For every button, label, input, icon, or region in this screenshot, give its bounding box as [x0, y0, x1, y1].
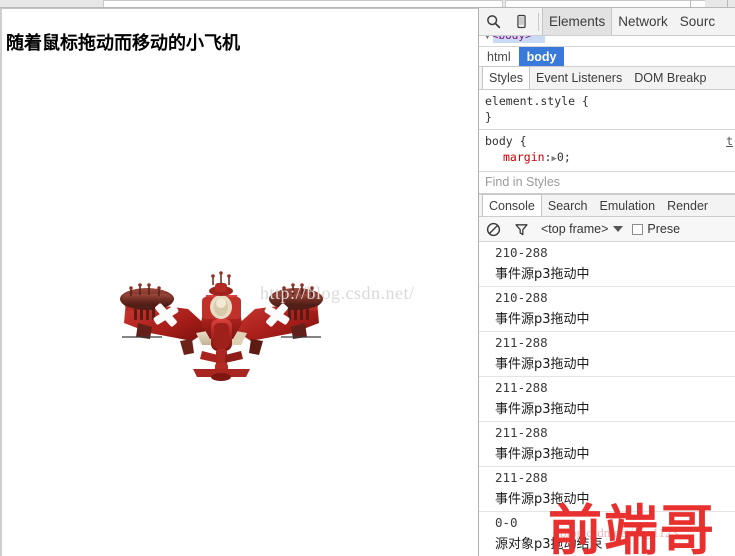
console-message: 211-288: [495, 425, 548, 440]
console-entry-group: 0-0 源对象p3拖动结束: [479, 512, 735, 556]
chevron-down-icon: ▼: [485, 36, 490, 41]
clear-console-icon[interactable]: [479, 216, 507, 243]
console-message: 事件源p3拖动中: [495, 402, 590, 417]
drawer-tabs: Console Search Emulation Render: [479, 194, 735, 217]
style-rule-element-style[interactable]: element.style { }: [479, 90, 735, 130]
find-in-styles-input[interactable]: Find in Styles: [479, 172, 735, 194]
tab-event-listeners[interactable]: Event Listeners: [530, 67, 628, 89]
console-entry-group: 210-288 事件源p3拖动中: [479, 242, 735, 287]
console-message: 210-288: [495, 290, 548, 305]
console-message: 事件源p3拖动中: [495, 267, 590, 282]
tab-sources[interactable]: Sourc: [674, 8, 721, 35]
execution-context-label: <top frame>: [541, 222, 609, 236]
console-entry-group: 210-288 事件源p3拖动中: [479, 287, 735, 332]
console-message: 210-288: [495, 245, 548, 260]
dom-node-label: <body>: [492, 36, 532, 42]
style-declaration[interactable]: margin:▶0;: [485, 149, 729, 167]
console-message: 事件源p3拖动中: [495, 447, 590, 462]
console-message: 源对象p3拖动结束: [495, 537, 603, 552]
breadcrumb: html body: [479, 46, 735, 67]
tab-emulation[interactable]: Emulation: [593, 195, 661, 216]
declaration-property: margin: [503, 150, 545, 164]
chevron-down-icon: [613, 226, 624, 232]
style-selector: element.style {: [485, 94, 589, 108]
declaration-semicolon: ;: [563, 150, 571, 164]
tab-console[interactable]: Console: [482, 194, 542, 216]
browser-tab-secondary[interactable]: [505, 0, 705, 7]
csdn-watermark: http://blog.csdn.net/: [260, 283, 415, 303]
page-title: 随着鼠标拖动而移动的小飞机: [6, 33, 240, 54]
breadcrumb-html[interactable]: html: [479, 47, 519, 66]
tab-search[interactable]: Search: [542, 195, 594, 216]
console-entry-group: 211-288 事件源p3拖动中: [479, 467, 735, 512]
screenshot-root: 随着鼠标拖动而移动的小飞机 http://blog.csdn.net/ Elem…: [0, 0, 735, 556]
console-message: 事件源p3拖动中: [495, 312, 590, 327]
console-entry-group: 211-288 事件源p3拖动中: [479, 332, 735, 377]
toolbar-divider: [538, 12, 539, 31]
console-entry-group: 211-288 事件源p3拖动中: [479, 422, 735, 467]
console-entry-group: 211-288 事件源p3拖动中: [479, 377, 735, 422]
console-message: 0-0: [495, 515, 518, 530]
browser-tab[interactable]: [103, 0, 503, 7]
console-message: 事件源p3拖动中: [495, 492, 590, 507]
dom-tree-node[interactable]: ▼<body>: [485, 36, 532, 42]
console-message: 211-288: [495, 380, 548, 395]
preserve-log-checkbox[interactable]: [632, 223, 644, 235]
style-selector: body {: [485, 134, 527, 148]
stylesheet-origin-link[interactable]: t: [726, 133, 733, 149]
breadcrumb-body[interactable]: body: [518, 47, 565, 66]
filter-icon[interactable]: [507, 216, 535, 243]
execution-context-selector[interactable]: <top frame>: [541, 222, 624, 236]
tabstrip-notch: [690, 0, 691, 7]
sidebar-tabs: Styles Event Listeners DOM Breakp: [479, 66, 735, 90]
devtools-toolbar: Elements Network Sourc: [479, 8, 735, 36]
tabstrip-notch: [727, 0, 728, 7]
declaration-value: 0: [556, 150, 564, 164]
console-message-list[interactable]: 210-288 事件源p3拖动中 210-288 事件源p3拖动中 211-28…: [479, 242, 735, 556]
browser-tabstrip: [0, 0, 735, 8]
console-message: 事件源p3拖动中: [495, 357, 590, 372]
tab-elements[interactable]: Elements: [542, 8, 613, 35]
device-toolbar-icon[interactable]: [507, 8, 535, 35]
dom-tree-sliver: ▼<body>: [479, 36, 735, 46]
console-message: 211-288: [495, 335, 548, 350]
style-rule-body[interactable]: t body { margin:▶0;: [479, 130, 735, 172]
devtools-panel: Elements Network Sourc ▼<body> html body…: [478, 8, 735, 556]
tab-dom-breakpoints[interactable]: DOM Breakp: [628, 67, 712, 89]
console-message: 211-288: [495, 470, 548, 485]
search-icon[interactable]: [479, 8, 507, 35]
style-close-brace: }: [485, 110, 492, 124]
console-toolbar: <top frame> Prese: [479, 217, 735, 242]
page-viewport: 随着鼠标拖动而移动的小飞机 http://blog.csdn.net/: [0, 8, 478, 556]
tab-network[interactable]: Network: [612, 8, 674, 35]
styles-pane: element.style { } t body { margin:▶0; Fi…: [479, 90, 735, 194]
preserve-log-toggle[interactable]: Prese: [632, 222, 680, 236]
tab-rendering[interactable]: Render: [661, 195, 714, 216]
preserve-log-label: Prese: [647, 222, 681, 236]
tab-styles[interactable]: Styles: [482, 66, 531, 89]
